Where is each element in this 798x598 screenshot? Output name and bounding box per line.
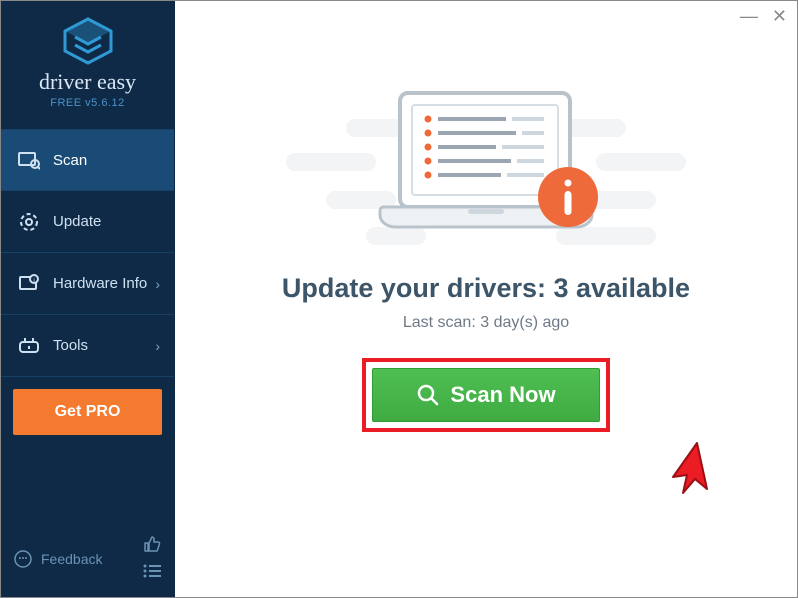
scan-icon [17, 150, 41, 170]
scan-highlight-box: Scan Now [362, 358, 610, 432]
search-icon [416, 383, 440, 407]
window-controls: — ✕ [740, 7, 787, 25]
sidebar-item-tools[interactable]: Tools › [1, 315, 174, 377]
feedback-icon [13, 549, 33, 569]
tools-icon [17, 336, 41, 356]
hardware-info-icon: i [17, 274, 41, 294]
sidebar-item-label: Tools [53, 337, 88, 354]
svg-text:i: i [33, 278, 34, 284]
get-pro-label: Get PRO [55, 403, 121, 420]
app-window: — ✕ driver easy FREE v5.6.12 Scan [0, 0, 798, 598]
list-view-button[interactable] [142, 564, 162, 583]
sidebar-item-label: Update [53, 213, 101, 230]
thumbs-up-button[interactable] [142, 535, 162, 558]
laptop-illustration [356, 85, 616, 249]
list-icon [142, 564, 162, 578]
annotation-cursor-icon [667, 439, 721, 499]
feedback-label: Feedback [41, 551, 102, 567]
close-button[interactable]: ✕ [772, 7, 787, 25]
feedback-button[interactable]: Feedback [13, 549, 102, 569]
update-icon [17, 211, 41, 233]
main-heading: Update your drivers: 3 available [282, 273, 690, 304]
sidebar-item-update[interactable]: Update [1, 191, 174, 253]
chevron-right-icon: › [155, 338, 160, 354]
main-panel: Update your drivers: 3 available Last sc… [175, 1, 797, 597]
brand-name: driver easy [1, 69, 174, 95]
scan-now-label: Scan Now [450, 382, 555, 408]
minimize-button[interactable]: — [740, 7, 758, 25]
sidebar: driver easy FREE v5.6.12 Scan Update i [1, 1, 175, 597]
scan-now-button[interactable]: Scan Now [372, 368, 600, 422]
app-logo-icon [61, 17, 115, 65]
thumbs-up-icon [142, 535, 162, 553]
sidebar-item-label: Hardware Info [53, 275, 147, 292]
sidebar-item-scan[interactable]: Scan [1, 129, 174, 191]
sidebar-nav: Scan Update i Hardware Info › Tools [1, 129, 174, 377]
sidebar-item-hardware-info[interactable]: i Hardware Info › [1, 253, 174, 315]
last-scan-text: Last scan: 3 day(s) ago [403, 314, 569, 332]
logo-block: driver easy FREE v5.6.12 [1, 1, 174, 121]
sidebar-footer: Feedback [1, 525, 174, 597]
chevron-right-icon: › [155, 276, 160, 292]
version-label: FREE v5.6.12 [1, 97, 174, 109]
get-pro-button[interactable]: Get PRO [13, 389, 162, 435]
sidebar-item-label: Scan [53, 152, 87, 169]
